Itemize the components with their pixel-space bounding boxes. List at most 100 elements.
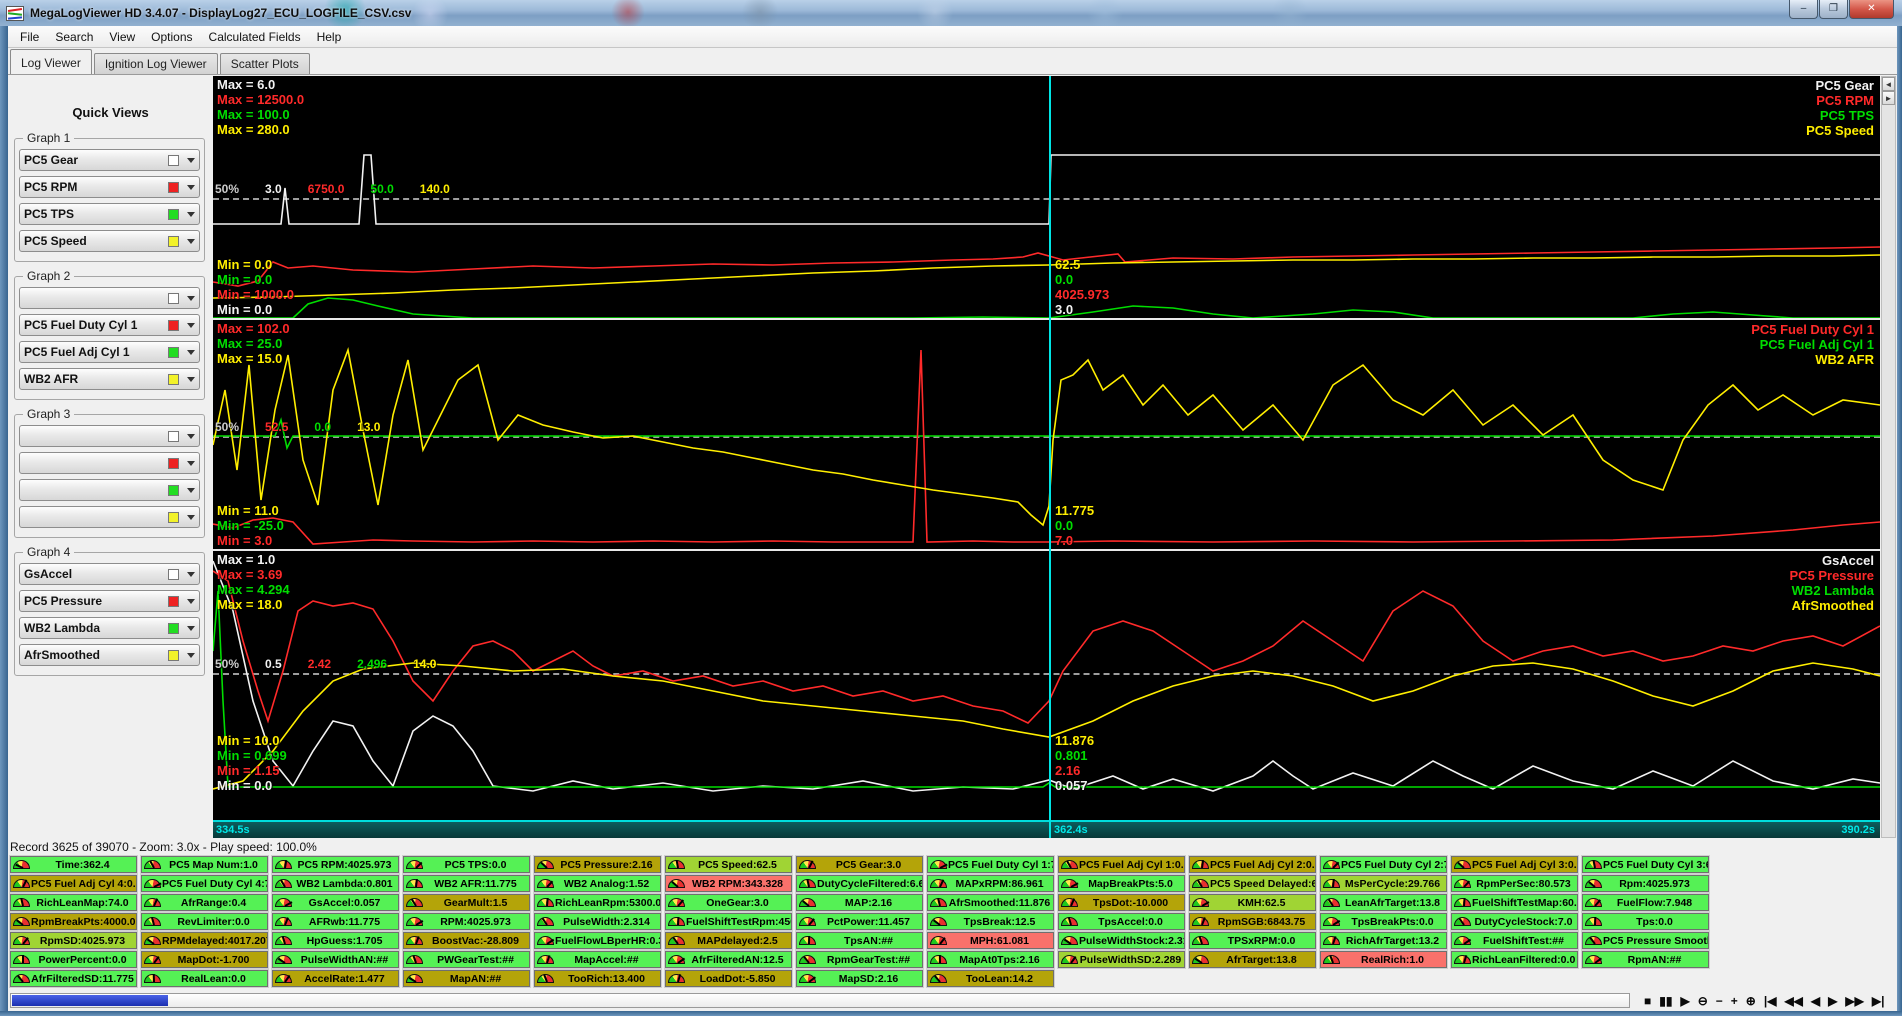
gauge-cell[interactable]: RpmSD:4025.973 <box>9 931 138 950</box>
series-selector[interactable] <box>19 425 200 447</box>
close-button[interactable]: ✕ <box>1849 0 1894 19</box>
minimize-button[interactable]: – <box>1789 0 1818 19</box>
chevron-down-icon[interactable] <box>187 157 195 163</box>
series-selector[interactable]: PC5 Speed <box>19 230 200 252</box>
series-selector[interactable]: PC5 Pressure <box>19 590 200 612</box>
gauge-cell[interactable]: WB2 AFR:11.775 <box>402 874 531 893</box>
plus-button[interactable]: + <box>1727 992 1742 1010</box>
gauge-cell[interactable]: PulseWidth:2.314 <box>533 912 662 931</box>
chevron-down-icon[interactable] <box>187 433 195 439</box>
menu-search[interactable]: Search <box>47 27 101 47</box>
gauge-cell[interactable]: FuelShiftTestMap:60.0 <box>1450 893 1579 912</box>
gauge-cell[interactable]: PC5 Fuel Adj Cyl 3:0.0 <box>1450 855 1579 874</box>
gauge-cell[interactable]: RealRich:1.0 <box>1319 950 1448 969</box>
gauge-cell[interactable]: PC5 Fuel Adj Cyl 4:0.0 <box>9 874 138 893</box>
gauge-cell[interactable]: WB2 Lambda:0.801 <box>271 874 400 893</box>
gauge-cell[interactable]: FuelFlowLBperHR:0.3 <box>533 931 662 950</box>
chevron-down-icon[interactable] <box>187 211 195 217</box>
gauge-cell[interactable]: Tps:0.0 <box>1581 912 1710 931</box>
graph-canvas[interactable]: Max = 6.0 Max = 12500.0 Max = 100.0 Max = 2… <box>213 76 1880 838</box>
gauge-cell[interactable]: PC5 Fuel Duty Cyl 2:7. <box>1319 855 1448 874</box>
menu-calculated-fields[interactable]: Calculated Fields <box>201 27 309 47</box>
gauge-cell[interactable]: RpmGearTest:## <box>795 950 924 969</box>
tab-ignition-log-viewer[interactable]: Ignition Log Viewer <box>93 53 218 74</box>
chevron-down-icon[interactable] <box>187 238 195 244</box>
gauge-cell[interactable]: LeanAfrTarget:13.8 <box>1319 893 1448 912</box>
gauge-cell[interactable]: PC5 TPS:0.0 <box>402 855 531 874</box>
gauge-cell[interactable]: MapBreakPts:5.0 <box>1057 874 1186 893</box>
gauge-cell[interactable]: WB2 Analog:1.52 <box>533 874 662 893</box>
gauge-cell[interactable]: PC5 Speed Delayed:61 <box>1188 874 1317 893</box>
gauge-cell[interactable]: TooLean:14.2 <box>926 969 1055 988</box>
gauge-cell[interactable]: FuelShiftTestRpm:450 <box>664 912 793 931</box>
gauge-cell[interactable]: MapSD:2.16 <box>795 969 924 988</box>
gauge-cell[interactable]: DutyCycleFiltered:6.68 <box>795 874 924 893</box>
gauge-cell[interactable]: RpmAN:## <box>1581 950 1710 969</box>
gauge-cell[interactable]: PC5 Fuel Duty Cyl 1:7. <box>926 855 1055 874</box>
gauge-cell[interactable]: RpmBreakPts:4000.0 <box>9 912 138 931</box>
menu-file[interactable]: File <box>12 27 47 47</box>
gauge-cell[interactable]: PowerPercent:0.0 <box>9 950 138 969</box>
menu-view[interactable]: View <box>101 27 143 47</box>
gauge-cell[interactable]: AfrSmoothed:11.876 <box>926 893 1055 912</box>
graph-scrollbar[interactable]: ◄ ► <box>1881 76 1896 838</box>
chevron-down-icon[interactable] <box>187 460 195 466</box>
pause-button[interactable]: ▮▮ <box>1655 992 1676 1010</box>
gauge-cell[interactable]: PC5 Speed:62.5 <box>664 855 793 874</box>
gauge-cell[interactable]: PC5 Map Num:1.0 <box>140 855 269 874</box>
step-back-button[interactable]: ◀ <box>1807 992 1824 1010</box>
gauge-cell[interactable]: PWGearTest:## <box>402 950 531 969</box>
graph4-panel[interactable]: Max = 1.0 Max = 3.69 Max = 4.294 Max = 18.0… <box>213 551 1880 794</box>
step-forward-button[interactable]: ▶ <box>1824 992 1841 1010</box>
scroll-left-icon[interactable]: ◄ <box>1882 77 1895 91</box>
series-selector[interactable] <box>19 479 200 501</box>
chevron-down-icon[interactable] <box>187 487 195 493</box>
gauge-cell[interactable]: RichAfrTarget:13.2 <box>1319 931 1448 950</box>
gauge-cell[interactable]: AfrRange:0.4 <box>140 893 269 912</box>
graph1-panel[interactable]: Max = 6.0 Max = 12500.0 Max = 100.0 Max = 2… <box>213 76 1880 320</box>
gauge-cell[interactable]: PC5 Fuel Adj Cyl 1:0.0 <box>1057 855 1186 874</box>
gauge-cell[interactable]: RPMdelayed:4017.207 <box>140 931 269 950</box>
skip-start-button[interactable]: |◀ <box>1760 992 1781 1010</box>
series-selector[interactable]: PC5 Gear <box>19 149 200 171</box>
maximize-button[interactable]: ❐ <box>1819 0 1848 19</box>
chevron-down-icon[interactable] <box>187 349 195 355</box>
gauge-cell[interactable]: RichLeanRpm:5300.0 <box>533 893 662 912</box>
gauge-cell[interactable]: RpmPerSec:80.573 <box>1450 874 1579 893</box>
gauge-cell[interactable]: PulseWidthSD:2.289 <box>1057 950 1186 969</box>
gauge-cell[interactable]: RevLimiter:0.0 <box>140 912 269 931</box>
gauge-cell[interactable]: MapAccel:## <box>533 950 662 969</box>
chevron-down-icon[interactable] <box>187 571 195 577</box>
series-selector[interactable]: GsAccel <box>19 563 200 585</box>
fast-forward-button[interactable]: ▶▶ <box>1841 992 1867 1010</box>
gauge-cell[interactable]: PulseWidthAN:## <box>271 950 400 969</box>
graph2-panel[interactable]: Max = 102.0 Max = 25.0 Max = 15.0 Min = 11.… <box>213 320 1880 551</box>
chevron-down-icon[interactable] <box>187 514 195 520</box>
chevron-down-icon[interactable] <box>187 625 195 631</box>
series-selector[interactable]: AfrSmoothed <box>19 644 200 666</box>
gauge-cell[interactable]: AfrTarget:13.8 <box>1188 950 1317 969</box>
minus-button[interactable]: − <box>1712 992 1727 1010</box>
tab-scatter-plots[interactable]: Scatter Plots <box>219 53 310 74</box>
gauge-cell[interactable]: TooRich:13.400 <box>533 969 662 988</box>
series-selector[interactable]: PC5 Fuel Duty Cyl 1 <box>19 314 200 336</box>
gauge-cell[interactable]: PC5 Fuel Duty Cyl 4:7. <box>140 874 269 893</box>
gauge-cell[interactable]: RichLeanFiltered:0.0 <box>1450 950 1579 969</box>
gauge-cell[interactable]: AfrFilteredAN:12.5 <box>664 950 793 969</box>
gauge-cell[interactable]: RichLeanMap:74.0 <box>9 893 138 912</box>
gauge-cell[interactable]: AfrFilteredSD:11.775 <box>9 969 138 988</box>
series-selector[interactable]: WB2 Lambda <box>19 617 200 639</box>
chevron-down-icon[interactable] <box>187 652 195 658</box>
series-selector[interactable]: PC5 RPM <box>19 176 200 198</box>
gauge-cell[interactable]: MapAt0Tps:2.16 <box>926 950 1055 969</box>
gauge-cell[interactable]: PC5 Pressure Smooth <box>1581 931 1710 950</box>
gauge-cell[interactable]: AccelRate:1.477 <box>271 969 400 988</box>
gauge-cell[interactable]: TpsAccel:0.0 <box>1057 912 1186 931</box>
gauge-cell[interactable]: RPM:4025.973 <box>402 912 531 931</box>
zoom-out-button[interactable]: ⊖ <box>1694 992 1712 1010</box>
gauge-cell[interactable]: PC5 Fuel Adj Cyl 2:0.0 <box>1188 855 1317 874</box>
playback-progress-track[interactable] <box>10 993 1630 1008</box>
gauge-cell[interactable]: DutyCycleStock:7.0 <box>1450 912 1579 931</box>
gauge-cell[interactable]: TPSxRPM:0.0 <box>1188 931 1317 950</box>
gauge-cell[interactable]: GsAccel:0.057 <box>271 893 400 912</box>
